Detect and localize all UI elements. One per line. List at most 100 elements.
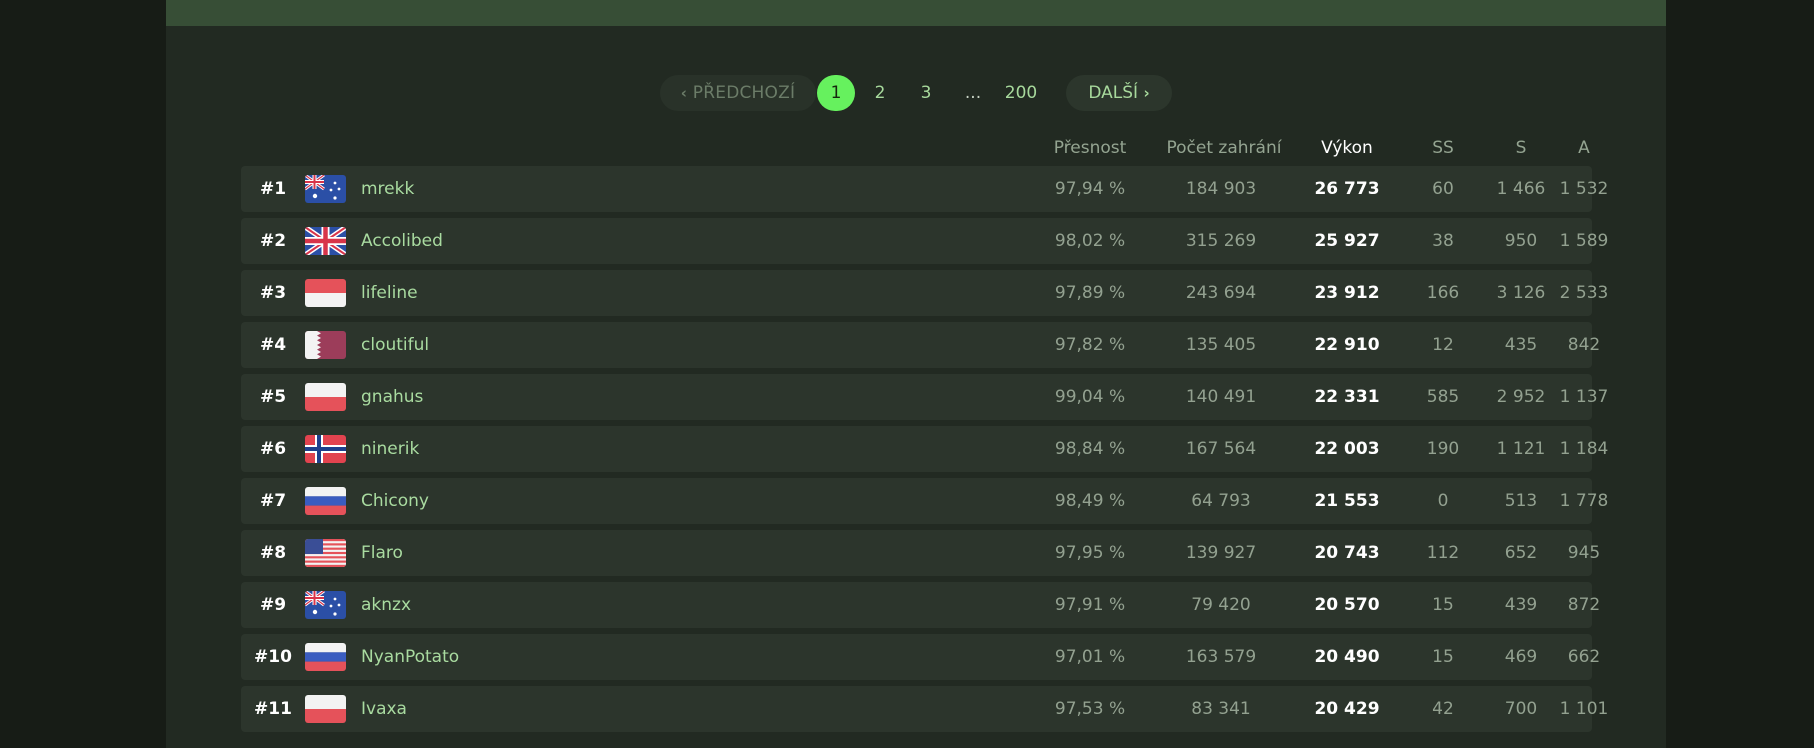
table-row[interactable]: #11 Ivaxa 97,53 % 83 341 20 429 42 700 1 101 [241, 686, 1608, 732]
table-header: Přesnost Počet zahrání Výkon SS S A [166, 138, 1666, 166]
accuracy: 97,53 % [1054, 699, 1126, 719]
ss-count: 190 [1426, 439, 1460, 459]
country-flag-icon[interactable] [305, 591, 346, 619]
performance: 20 490 [1314, 647, 1380, 667]
a-count: 945 [1567, 543, 1601, 563]
country-flag-icon[interactable] [305, 487, 346, 515]
player-name-link[interactable]: lifeline [361, 270, 418, 316]
a-count: 842 [1567, 335, 1601, 355]
header-ss[interactable]: SS [1411, 138, 1475, 158]
play-count: 135 405 [1185, 335, 1257, 355]
table-row[interactable]: #9 aknzx 97,91 % 79 420 20 570 15 439 872 [241, 582, 1600, 628]
country-flag-icon[interactable] [305, 435, 346, 463]
rank: #7 [259, 491, 287, 511]
a-count: 872 [1567, 595, 1601, 615]
header-accuracy[interactable]: Přesnost [1033, 138, 1147, 158]
a-count: 1 589 [1559, 231, 1609, 251]
a-count: 1 137 [1559, 387, 1609, 407]
performance: 26 773 [1314, 179, 1380, 199]
country-flag-icon[interactable] [305, 695, 346, 723]
play-count: 64 793 [1191, 491, 1251, 511]
accuracy: 97,91 % [1054, 595, 1126, 615]
page-3-button[interactable]: 3 [906, 75, 946, 111]
next-page-button[interactable]: DALŠÍ › [1066, 75, 1172, 111]
rank: #11 [254, 699, 292, 719]
content-panel: ‹ PŘEDCHOZÍ 1 2 3 ... 200 DALŠÍ › Přesno… [166, 0, 1666, 748]
player-name-link[interactable]: gnahus [361, 374, 423, 420]
ss-count: 112 [1426, 543, 1460, 563]
player-name-link[interactable]: ninerik [361, 426, 419, 472]
country-flag-icon[interactable] [305, 383, 346, 411]
ss-count: 166 [1426, 283, 1460, 303]
rank: #4 [259, 335, 287, 355]
page-200-button[interactable]: 200 [996, 75, 1046, 111]
performance: 22 910 [1314, 335, 1380, 355]
play-count: 79 420 [1191, 595, 1251, 615]
ss-count: 12 [1432, 335, 1454, 355]
country-flag-icon[interactable] [305, 175, 346, 203]
performance: 23 912 [1314, 283, 1380, 303]
table-row[interactable]: #2 Accolibed 98,02 % 315 269 25 927 38 950 1 58… [241, 218, 1608, 264]
header-a[interactable]: A [1551, 138, 1617, 158]
a-count: 1 778 [1559, 491, 1609, 511]
ss-count: 60 [1432, 179, 1454, 199]
play-count: 184 903 [1185, 179, 1257, 199]
player-name-link[interactable]: Flaro [361, 530, 403, 576]
performance: 20 429 [1314, 699, 1380, 719]
table-row[interactable]: #7 Chicony 98,49 % 64 793 21 553 0 513 1 778 [241, 478, 1608, 524]
player-name-link[interactable]: mrekk [361, 166, 414, 212]
performance: 22 003 [1314, 439, 1380, 459]
play-count: 243 694 [1185, 283, 1257, 303]
accuracy: 98,84 % [1054, 439, 1126, 459]
player-name-link[interactable]: Chicony [361, 478, 429, 524]
previous-page-button[interactable]: ‹ PŘEDCHOZÍ [660, 75, 816, 111]
a-count: 1 184 [1559, 439, 1609, 459]
rank: #1 [259, 179, 287, 199]
country-flag-icon[interactable] [305, 279, 346, 307]
page-2-button[interactable]: 2 [860, 75, 900, 111]
page-1-button[interactable]: 1 [817, 75, 855, 111]
ss-count: 15 [1432, 595, 1454, 615]
table-row[interactable]: #4 cloutiful 97,82 % 135 405 22 910 12 435 842 [241, 322, 1600, 368]
play-count: 163 579 [1185, 647, 1257, 667]
chevron-right-icon: › [1143, 84, 1150, 102]
header-performance[interactable]: Výkon [1291, 138, 1403, 158]
player-name-link[interactable]: aknzx [361, 582, 411, 628]
country-flag-icon[interactable] [305, 227, 346, 255]
accuracy: 97,95 % [1054, 543, 1126, 563]
accuracy: 99,04 % [1054, 387, 1126, 407]
ss-count: 42 [1432, 699, 1454, 719]
rank: #9 [259, 595, 287, 615]
pagination: ‹ PŘEDCHOZÍ 1 2 3 ... 200 DALŠÍ › [166, 75, 1666, 111]
table-row[interactable]: #1 mrekk 97,94 % 184 903 26 773 60 1 466 1 532 [241, 166, 1608, 212]
play-count: 140 491 [1185, 387, 1257, 407]
a-count: 662 [1567, 647, 1601, 667]
player-name-link[interactable]: cloutiful [361, 322, 429, 368]
table-row[interactable]: #5 gnahus 99,04 % 140 491 22 331 585 2 952 1 13… [241, 374, 1608, 420]
table-row[interactable]: #10 NyanPotato 97,01 % 163 579 20 490 15 469 66… [241, 634, 1600, 680]
chevron-left-icon: ‹ [680, 84, 688, 102]
player-name-link[interactable]: Accolibed [361, 218, 443, 264]
country-flag-icon[interactable] [305, 539, 346, 567]
rank: #10 [254, 647, 292, 667]
ss-count: 15 [1432, 647, 1454, 667]
performance: 21 553 [1314, 491, 1380, 511]
performance: 25 927 [1314, 231, 1380, 251]
rank: #8 [259, 543, 287, 563]
a-count: 2 533 [1559, 283, 1609, 303]
table-row[interactable]: #3 lifeline 97,89 % 243 694 23 912 166 3 126 2 … [241, 270, 1608, 316]
ss-count: 585 [1426, 387, 1460, 407]
table-row[interactable]: #6 ninerik 98,84 % 167 564 22 003 190 1 121 1 1… [241, 426, 1608, 472]
header-play-count[interactable]: Počet zahrání [1154, 138, 1294, 158]
page-ellipsis: ... [964, 83, 982, 103]
country-flag-icon[interactable] [305, 331, 346, 359]
rank: #5 [259, 387, 287, 407]
rank: #6 [259, 439, 287, 459]
play-count: 83 341 [1191, 699, 1251, 719]
country-flag-icon[interactable] [305, 643, 346, 671]
accuracy: 98,02 % [1054, 231, 1126, 251]
table-row[interactable]: #8 Flaro 97,95 % 139 927 20 743 112 652 945 [241, 530, 1600, 576]
player-name-link[interactable]: NyanPotato [361, 634, 459, 680]
player-name-link[interactable]: Ivaxa [361, 686, 407, 732]
rank: #3 [259, 283, 287, 303]
